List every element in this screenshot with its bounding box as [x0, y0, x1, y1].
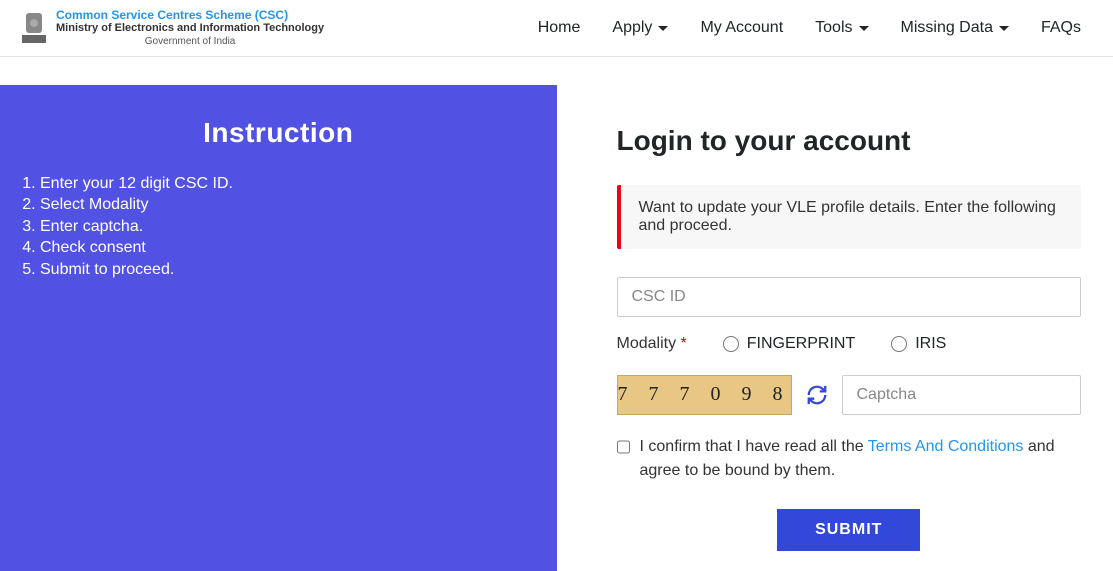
login-panel: Login to your account Want to update you… — [557, 85, 1113, 571]
nav-faqs[interactable]: FAQs — [1041, 19, 1081, 37]
radio-fingerprint-label: FINGERPRINT — [747, 335, 855, 353]
header-gov: Government of India — [56, 36, 324, 48]
emblem-icon — [20, 11, 48, 45]
caret-icon — [859, 26, 869, 31]
nav-tools[interactable]: Tools — [815, 19, 868, 37]
submit-button[interactable]: SUBMIT — [777, 509, 920, 551]
instruction-item: Submit to proceed. — [40, 259, 541, 281]
terms-link[interactable]: Terms And Conditions — [868, 438, 1024, 455]
caret-icon — [658, 26, 668, 31]
nav-home[interactable]: Home — [538, 19, 581, 37]
radio-iris-input[interactable] — [891, 336, 907, 352]
header-ministry: Ministry of Electronics and Information … — [56, 22, 324, 35]
main-nav: Home Apply My Account Tools Missing Data… — [538, 19, 1093, 37]
nav-missing-label: Missing Data — [901, 19, 993, 37]
modality-label: Modality * — [617, 335, 687, 353]
consent-row: I confirm that I have read all the Terms… — [617, 435, 1082, 483]
consent-text: I confirm that I have read all the Terms… — [640, 435, 1082, 483]
nav-faqs-label: FAQs — [1041, 19, 1081, 37]
instruction-panel: Instruction Enter your 12 digit CSC ID. … — [0, 85, 557, 571]
csc-id-input[interactable] — [617, 277, 1082, 317]
main-content: Instruction Enter your 12 digit CSC ID. … — [0, 85, 1113, 571]
refresh-icon[interactable] — [806, 384, 828, 406]
radio-fingerprint[interactable]: FINGERPRINT — [723, 335, 855, 353]
info-box: Want to update your VLE profile details.… — [617, 185, 1082, 249]
radio-iris-label: IRIS — [915, 335, 946, 353]
nav-account[interactable]: My Account — [700, 19, 783, 37]
header-title: Common Service Centres Scheme (CSC) — [56, 8, 324, 22]
instruction-item: Check consent — [40, 237, 541, 259]
login-title: Login to your account — [617, 125, 1082, 157]
captcha-row: 7 7 7 0 9 8 — [617, 375, 1082, 415]
nav-tools-label: Tools — [815, 19, 852, 37]
header: Common Service Centres Scheme (CSC) Mini… — [0, 0, 1113, 57]
caret-icon — [999, 26, 1009, 31]
radio-iris[interactable]: IRIS — [891, 335, 946, 353]
instruction-title: Instruction — [16, 117, 541, 149]
instruction-item: Enter captcha. — [40, 216, 541, 238]
nav-missing[interactable]: Missing Data — [901, 19, 1009, 37]
instruction-item: Select Modality — [40, 194, 541, 216]
brand: Common Service Centres Scheme (CSC) Mini… — [20, 8, 324, 48]
consent-checkbox[interactable] — [617, 439, 630, 455]
nav-account-label: My Account — [700, 19, 783, 37]
nav-home-label: Home — [538, 19, 581, 37]
instruction-item: Enter your 12 digit CSC ID. — [40, 173, 541, 195]
captcha-input[interactable] — [842, 375, 1082, 415]
radio-fingerprint-input[interactable] — [723, 336, 739, 352]
modality-row: Modality * FINGERPRINT IRIS — [617, 335, 1082, 353]
nav-apply-label: Apply — [612, 19, 652, 37]
instruction-list: Enter your 12 digit CSC ID. Select Modal… — [16, 173, 541, 281]
captcha-image: 7 7 7 0 9 8 — [617, 375, 792, 415]
nav-apply[interactable]: Apply — [612, 19, 668, 37]
